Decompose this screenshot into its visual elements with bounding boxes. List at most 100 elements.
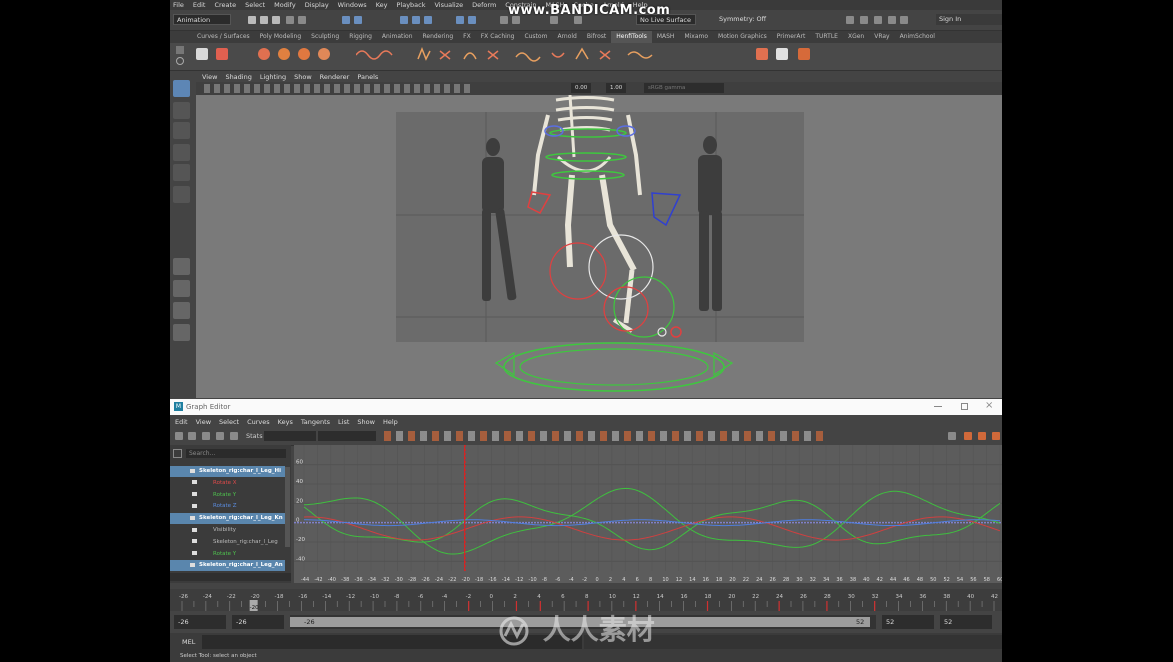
scale-tool-icon[interactable] xyxy=(173,186,190,203)
animation-start-field[interactable]: -26 xyxy=(174,615,226,629)
shelf-tab-henfitools[interactable]: HenfiTools xyxy=(611,31,652,43)
shelf-tool-icon[interactable] xyxy=(318,48,330,60)
shelf-tool-icon[interactable] xyxy=(756,48,768,60)
shelf-tool-icon[interactable] xyxy=(216,48,228,60)
four-view-icon[interactable] xyxy=(173,280,190,297)
region-tool-icon[interactable] xyxy=(216,432,224,440)
ge-menu-item-show[interactable]: Show xyxy=(357,416,375,428)
menu-item-edit[interactable]: Edit xyxy=(193,0,206,10)
menu-item-key[interactable]: Key xyxy=(376,0,388,10)
frame-all-icon[interactable] xyxy=(948,432,956,440)
gamma-field[interactable]: 1.00 xyxy=(606,83,626,93)
outliner-scrollbar[interactable] xyxy=(285,467,290,547)
menu-item-windows[interactable]: Windows xyxy=(338,0,367,10)
retime-tool-icon[interactable] xyxy=(230,432,238,440)
move-tool-icon[interactable] xyxy=(173,144,190,161)
character-controls-icon[interactable] xyxy=(860,16,868,24)
stats-time-field[interactable] xyxy=(264,431,316,441)
shelf-tab-sculpting[interactable]: Sculpting xyxy=(306,31,344,43)
insert-key-icon[interactable] xyxy=(188,432,196,440)
mel-label[interactable]: MEL xyxy=(182,638,195,646)
time-editor-icon[interactable] xyxy=(992,432,1000,440)
shelf-tab-fx-caching[interactable]: FX Caching xyxy=(476,31,520,43)
shelf-menu-icon[interactable] xyxy=(176,46,184,54)
redo-icon[interactable] xyxy=(298,16,306,24)
graph-view[interactable]: 60 40 20 0 -20 -40 -44 -42 -40 -38 -36 -34 -32 -30 -28… xyxy=(294,445,1002,583)
menu-item-deform[interactable]: Deform xyxy=(472,0,496,10)
shelf-tool-icon[interactable] xyxy=(258,48,270,60)
stats-value-field[interactable] xyxy=(318,431,376,441)
ge-menu-item-curves[interactable]: Curves xyxy=(247,416,270,428)
shelf-tab-vray[interactable]: VRay xyxy=(869,31,894,43)
playback-start-field[interactable]: -26 xyxy=(232,615,284,629)
maximize-icon[interactable] xyxy=(961,403,968,410)
close-icon[interactable]: × xyxy=(985,400,993,411)
shelf-tool-icon[interactable] xyxy=(776,48,788,60)
new-scene-icon[interactable] xyxy=(248,16,256,24)
shelf-tab-mixamo[interactable]: Mixamo xyxy=(679,31,713,43)
outliner-attribute-row[interactable]: Rotate X xyxy=(170,478,285,489)
tool-settings-icon[interactable] xyxy=(900,16,908,24)
symmetry-dropdown[interactable]: Symmetry: Off xyxy=(716,14,770,25)
menu-item-visualize[interactable]: Visualize xyxy=(435,0,464,10)
shelf-tab-arnold[interactable]: Arnold xyxy=(552,31,581,43)
lasso-tool-icon[interactable] xyxy=(173,102,190,119)
select-tool-icon[interactable] xyxy=(173,80,190,97)
outliner-layout-icon[interactable] xyxy=(173,324,190,341)
snap-point-icon[interactable] xyxy=(424,16,432,24)
channel-box-icon[interactable] xyxy=(874,16,882,24)
outliner-attribute-row[interactable]: Rotate Y xyxy=(170,490,285,501)
shelf-tab-rigging[interactable]: Rigging xyxy=(344,31,377,43)
panel-toolbar-icons[interactable] xyxy=(204,84,474,93)
lattice-deform-icon[interactable] xyxy=(202,432,210,440)
snap-view-icon[interactable] xyxy=(456,16,464,24)
shelf-tab-mash[interactable]: MASH xyxy=(652,31,680,43)
shelf-tab-custom[interactable]: Custom xyxy=(519,31,552,43)
two-view-icon[interactable] xyxy=(173,302,190,319)
shelf-tab-fx[interactable]: FX xyxy=(458,31,476,43)
shelf-tab-bifrost[interactable]: Bifrost xyxy=(582,31,611,43)
minimize-icon[interactable] xyxy=(934,406,942,407)
menu-item-select[interactable]: Select xyxy=(245,0,265,10)
select-hierarchy-icon[interactable] xyxy=(342,16,350,24)
shelf-tab-xgen[interactable]: XGen xyxy=(843,31,869,43)
outliner-hscroll[interactable] xyxy=(170,573,291,581)
menu-item-create[interactable]: Create xyxy=(214,0,236,10)
shelf-tab-animation[interactable]: Animation xyxy=(377,31,418,43)
menu-item-modify[interactable]: Modify xyxy=(274,0,296,10)
ge-menu-item-select[interactable]: Select xyxy=(219,416,239,428)
shelf-tool-icon[interactable] xyxy=(798,48,810,60)
snap-curve-icon[interactable] xyxy=(412,16,420,24)
viewport-menu-item-renderer[interactable]: Renderer xyxy=(320,72,350,82)
outliner-node-row[interactable]: Skeleton_rig:char_l_Leg_An xyxy=(170,560,285,572)
shelf-tool-icon[interactable] xyxy=(196,48,208,60)
outliner-node-row[interactable]: Skeleton_rig:char_l_Leg_Kn xyxy=(170,513,285,525)
graph-canvas[interactable]: 6040200-20-40-44 -42 -40 -38 -36 -34 -32 -30 -28… xyxy=(294,445,1002,583)
ge-menu-item-list[interactable]: List xyxy=(338,416,349,428)
shelf-tab-poly-modeling[interactable]: Poly Modeling xyxy=(255,31,307,43)
3d-viewport[interactable] xyxy=(196,95,1002,398)
tangent-tools-icons[interactable] xyxy=(384,431,824,441)
exposure-field[interactable]: 0.00 xyxy=(571,83,591,93)
ge-menu-item-keys[interactable]: Keys xyxy=(278,416,293,428)
shelf-tab-curves-surfaces[interactable]: Curves / Surfaces xyxy=(192,31,255,43)
shelf-tab-primerart[interactable]: PrimerArt xyxy=(772,31,811,43)
undo-icon[interactable] xyxy=(286,16,294,24)
ge-menu-item-tangents[interactable]: Tangents xyxy=(301,416,330,428)
select-object-icon[interactable] xyxy=(354,16,362,24)
save-scene-icon[interactable] xyxy=(272,16,280,24)
shelf-tab-animschool[interactable]: AnimSchool xyxy=(895,31,940,43)
menu-item-display[interactable]: Display xyxy=(305,0,329,10)
mode-dropdown[interactable]: Animation xyxy=(173,14,231,25)
ge-menu-item-edit[interactable]: Edit xyxy=(175,416,188,428)
trax-editor-icon[interactable] xyxy=(978,432,986,440)
menu-item-file[interactable]: File xyxy=(173,0,184,10)
outliner-attribute-row[interactable]: Visibility xyxy=(170,525,285,536)
shelf-tab-turtle[interactable]: TURTLE xyxy=(810,31,843,43)
outliner-attribute-row[interactable]: Rotate Y xyxy=(170,549,285,560)
viewport-menu-item-view[interactable]: View xyxy=(202,72,217,82)
shelf-options-icon[interactable] xyxy=(176,57,184,65)
filter-icon[interactable] xyxy=(173,449,182,458)
sign-in-button[interactable]: Sign In xyxy=(936,14,1002,25)
modeling-toolkit-icon[interactable] xyxy=(846,16,854,24)
